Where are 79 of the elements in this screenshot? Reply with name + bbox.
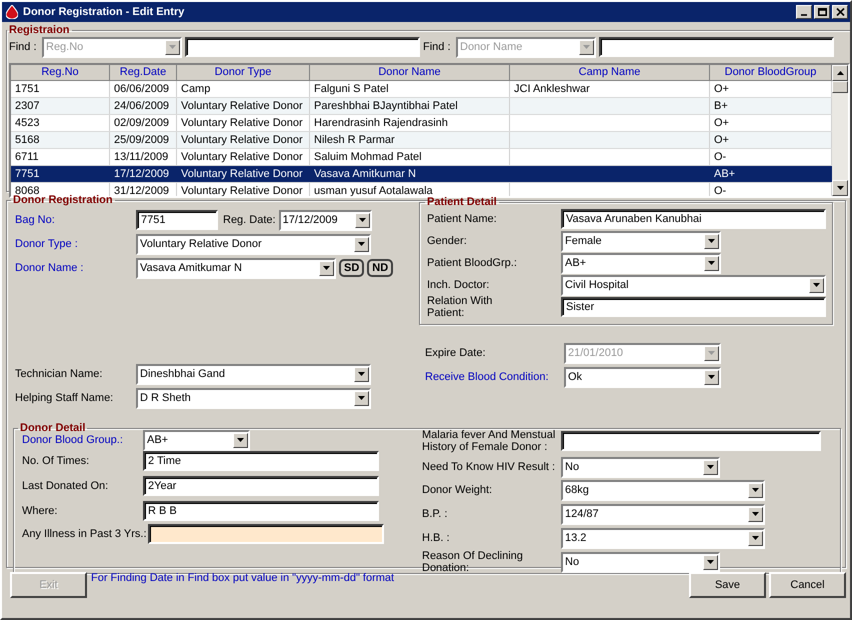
donor-button[interactable]: SD (339, 259, 364, 277)
group-title: Donor Detail (19, 422, 86, 434)
field-label: Gender: (427, 235, 468, 247)
field-label: No. Of Times: (21, 455, 90, 467)
table-row[interactable]: 5168 25/09/2009 Voluntary Relative Donor Nilesh R Parmar O+ (11, 132, 832, 149)
column-header[interactable]: Reg.Date (110, 65, 177, 80)
text-field[interactable]: 2 Time (143, 451, 379, 471)
field-label: B.P. : (422, 508, 448, 520)
table-row[interactable]: 2307 24/06/2009 Voluntary Relative Donor Pareshbhai BJayntibhai Patel B+ (11, 98, 832, 115)
dropdown[interactable]: No (561, 552, 720, 572)
donor-button[interactable]: ND (367, 259, 394, 277)
dropdown[interactable]: Vasava Amitkumar N (136, 258, 336, 278)
scroll-thumb[interactable] (832, 81, 848, 93)
column-header[interactable]: Donor Type (177, 65, 310, 80)
blood-drop-icon (6, 5, 18, 19)
dropdown[interactable]: Civil Hospital (561, 274, 826, 296)
dropdown[interactable]: AB+ (561, 252, 721, 274)
close-icon (836, 8, 844, 16)
field-label: Bag No: (14, 214, 56, 226)
text-field[interactable]: Sister (561, 297, 826, 317)
dropdown[interactable]: Ok (564, 366, 721, 388)
dropdown[interactable]: 68kg (561, 480, 765, 500)
maximize-button[interactable] (814, 5, 830, 19)
maximize-icon (818, 8, 826, 16)
group-title: Patient Detail (426, 196, 498, 208)
close-button[interactable] (832, 5, 848, 19)
search-field[interactable] (599, 37, 834, 57)
dropdown[interactable]: Dineshbhai Gand (136, 364, 371, 384)
field-label: Donor Type : (14, 238, 79, 250)
column-header[interactable]: Reg.No (11, 65, 110, 80)
dropdown[interactable]: 124/87 (561, 504, 765, 524)
field-label: Relation With Patient: (427, 295, 494, 319)
field-label: H.B. : (422, 532, 451, 544)
field-label: Receive Blood Condition: (425, 371, 550, 383)
window-title: Donor Registration - Edit Entry (23, 6, 186, 18)
field-label: Technician Name: (14, 368, 104, 380)
group-title: Donor Registration (12, 194, 114, 206)
search-field[interactable] (185, 37, 420, 57)
text-field[interactable] (561, 431, 821, 451)
column-header[interactable]: Camp Name (510, 65, 710, 80)
dropdown[interactable]: Voluntary Relative Donor (136, 234, 371, 254)
scrollbar[interactable] (832, 65, 848, 196)
hint-text: For Finding Date in Find box put value in "yyyy-mm-dd" format (91, 572, 394, 584)
minimize-button[interactable] (796, 5, 812, 19)
text-field[interactable]: 2Year (143, 476, 379, 496)
dropdown[interactable]: D R Sheth (136, 388, 371, 408)
field-label: Find : (9, 41, 38, 53)
scroll-up-icon[interactable] (832, 65, 848, 81)
dropdown[interactable]: No (561, 456, 720, 478)
field-label: Patient BloodGrp.: (427, 257, 518, 269)
field-label: Reg. Date: (223, 214, 276, 226)
scroll-down-icon[interactable] (832, 180, 848, 196)
field-label: Inch. Doctor: (427, 279, 490, 291)
dropdown[interactable]: 17/12/2009 (278, 210, 372, 230)
text-field[interactable]: 7751 (136, 210, 218, 230)
dropdown[interactable]: Female (561, 230, 721, 252)
field-label: Last Donated On: (21, 480, 110, 492)
field-label: Reason Of Declining Donation: (422, 550, 524, 574)
action-button[interactable]: Cancel (769, 572, 846, 598)
text-field[interactable]: Vasava Arunaben Kanubhai (561, 209, 826, 229)
column-header[interactable]: Donor Name (310, 65, 510, 80)
table-row[interactable]: 7751 17/12/2009 Voluntary Relative Donor Vasava Amitkumar N AB+ (11, 166, 832, 183)
field-label: Donor Name : (14, 262, 84, 274)
field-label: Donor Blood Group.: (21, 434, 124, 446)
field-label: Patient Name: (427, 213, 498, 225)
field-label: Where: (21, 504, 58, 516)
field-label: Need To Know HIV Result : (422, 461, 556, 473)
text-field[interactable]: R B B (143, 500, 379, 520)
field-label: Find : (423, 41, 452, 53)
dropdown[interactable]: AB+ (143, 430, 250, 450)
field-label: Any Illness in Past 3 Yrs.: (21, 528, 148, 540)
group-title: Registraion (8, 24, 71, 36)
dropdown[interactable]: 13.2 (561, 528, 765, 548)
field-label: Donor Weight: (422, 484, 494, 496)
text-field[interactable] (148, 524, 384, 544)
action-button[interactable]: Save (689, 572, 766, 598)
field-label: Helping Staff Name: (14, 392, 114, 404)
field-label: Malaria fever And Menstual History of Female Donor : (422, 429, 556, 453)
field-label: Expire Date: (425, 347, 487, 359)
